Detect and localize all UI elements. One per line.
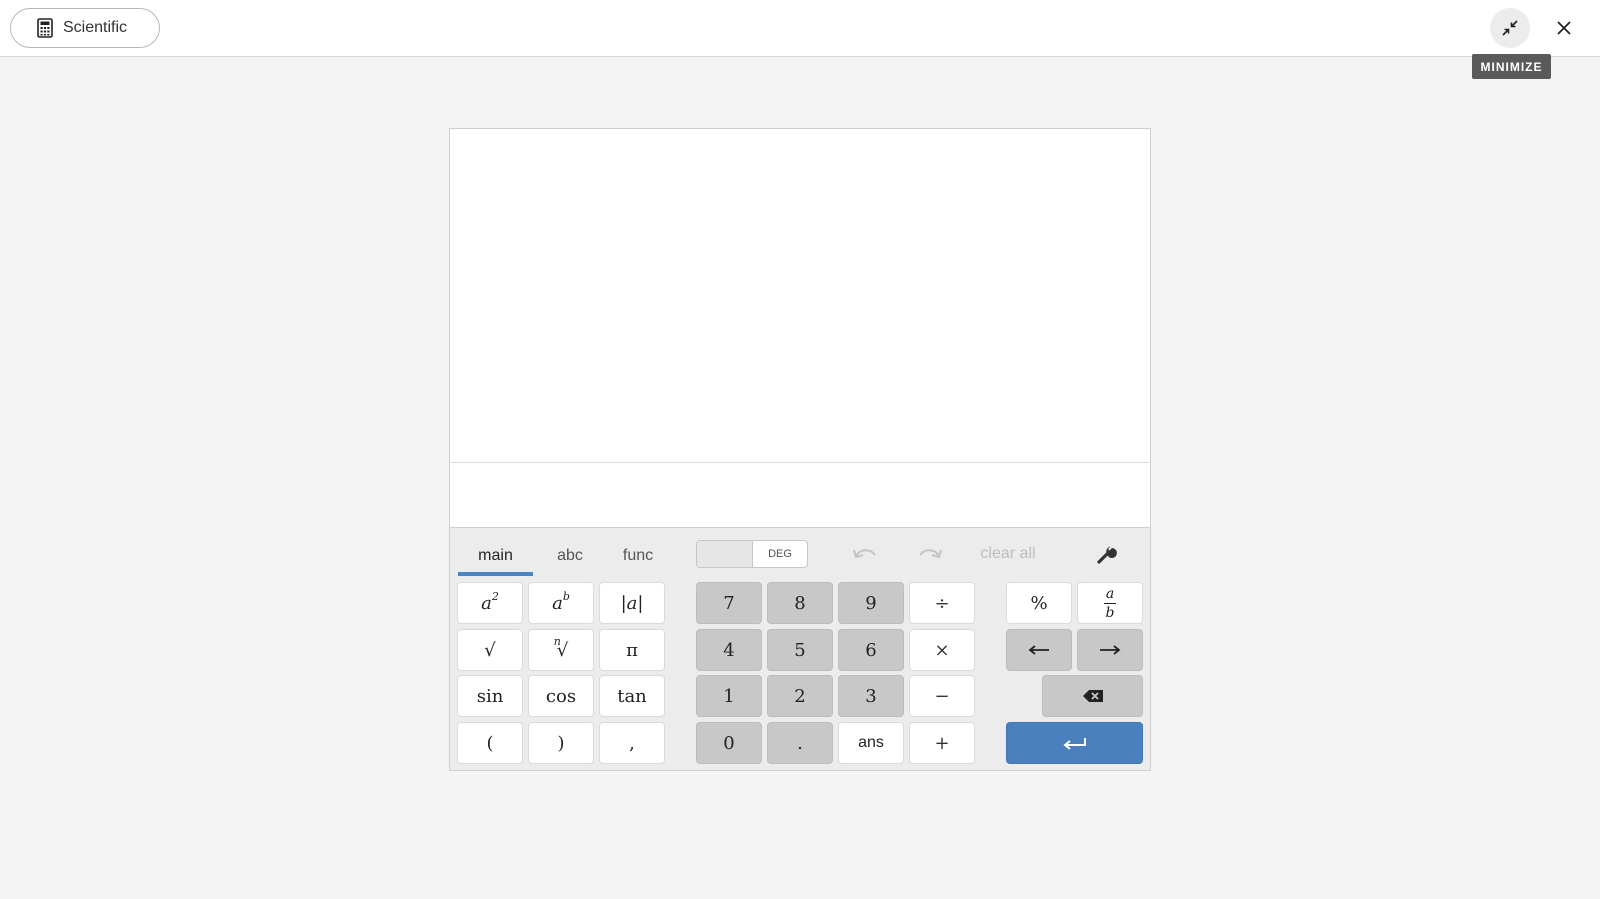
minimize-icon: [1502, 20, 1518, 36]
tab-abc[interactable]: abc: [540, 538, 600, 574]
expression-history: [450, 129, 1150, 463]
fraction-denominator: b: [1105, 604, 1115, 621]
enter-key[interactable]: [1006, 722, 1143, 764]
digit-5-key[interactable]: 5: [767, 629, 833, 671]
backspace-icon: [1082, 690, 1103, 702]
cursor-left-key[interactable]: [1006, 629, 1072, 671]
fraction-numerator: a: [1105, 585, 1115, 602]
tan-key[interactable]: tan: [599, 675, 665, 717]
fraction-symbol: a b: [1104, 587, 1116, 620]
pi-label: π: [626, 639, 638, 661]
right-paren-label: ): [557, 732, 565, 754]
undo-button[interactable]: [845, 540, 885, 568]
nth-root-index: n: [553, 634, 561, 648]
calculator-type-label: Scientific: [63, 19, 128, 36]
right-arrow-icon: [1100, 645, 1121, 655]
top-bar: Scientific: [0, 0, 1600, 57]
power-key[interactable]: ab: [528, 582, 594, 624]
left-arrow-icon: [1028, 645, 1049, 655]
cursor-right-key[interactable]: [1077, 629, 1143, 671]
settings-button[interactable]: [1087, 540, 1127, 568]
digit-8-key[interactable]: 8: [767, 582, 833, 624]
power-base: a: [552, 592, 563, 614]
nth-root-key[interactable]: n √: [528, 629, 594, 671]
toggle-knob: [697, 541, 753, 567]
square-exponent: 2: [491, 589, 499, 603]
keypad: main abc func DEG clear all a 2 a b |a| …: [450, 527, 1150, 770]
right-paren-key[interactable]: ): [528, 722, 594, 764]
multiply-key[interactable]: ×: [909, 629, 975, 671]
digit-0-key[interactable]: 0: [696, 722, 762, 764]
calculator-panel: main abc func DEG clear all a 2 a b |a| …: [449, 128, 1151, 771]
sin-label: sin: [476, 685, 504, 707]
absolute-value-key[interactable]: |a|: [599, 582, 665, 624]
left-paren-key[interactable]: (: [457, 722, 523, 764]
active-tab-indicator: [458, 572, 533, 576]
angle-mode-toggle[interactable]: DEG: [696, 540, 808, 568]
comma-key[interactable]: ,: [599, 722, 665, 764]
close-button[interactable]: [1546, 12, 1582, 44]
ans-key[interactable]: ans: [838, 722, 904, 764]
expression-input[interactable]: [450, 463, 1150, 527]
fraction-bar: [1104, 602, 1116, 604]
digit-3-key[interactable]: 3: [838, 675, 904, 717]
minimize-tooltip: MINIMIZE: [1472, 54, 1551, 79]
sqrt-key[interactable]: √: [457, 629, 523, 671]
sqrt-label: √: [484, 639, 496, 661]
pi-key[interactable]: π: [599, 629, 665, 671]
comma-label: ,: [629, 732, 635, 754]
undo-icon: [853, 549, 876, 559]
digit-4-key[interactable]: 4: [696, 629, 762, 671]
redo-button[interactable]: [910, 540, 950, 568]
sin-key[interactable]: sin: [457, 675, 523, 717]
tan-label: tan: [617, 685, 647, 707]
divide-key[interactable]: ÷: [909, 582, 975, 624]
power-exponent: b: [562, 589, 570, 603]
backspace-key[interactable]: [1042, 675, 1143, 717]
left-paren-label: (: [486, 732, 494, 754]
wrench-icon: [1097, 546, 1117, 564]
calculator-icon: [37, 18, 53, 38]
digit-9-key[interactable]: 9: [838, 582, 904, 624]
digit-1-key[interactable]: 1: [696, 675, 762, 717]
abs-label: |a|: [620, 592, 644, 614]
square-base: a: [481, 592, 492, 614]
add-key[interactable]: +: [909, 722, 975, 764]
clear-all-button[interactable]: clear all: [973, 540, 1043, 568]
digit-7-key[interactable]: 7: [696, 582, 762, 624]
decimal-point-key[interactable]: .: [767, 722, 833, 764]
percent-key[interactable]: %: [1006, 582, 1072, 624]
subtract-key[interactable]: −: [909, 675, 975, 717]
redo-icon: [919, 549, 942, 559]
square-key[interactable]: a2: [457, 582, 523, 624]
cos-label: cos: [545, 685, 577, 707]
enter-icon: [1062, 738, 1086, 750]
calculator-type-button[interactable]: Scientific: [10, 8, 160, 48]
close-icon: [1557, 21, 1571, 35]
minimize-button[interactable]: [1490, 8, 1530, 48]
tab-func[interactable]: func: [608, 538, 668, 574]
tab-main[interactable]: main: [458, 538, 533, 574]
angle-mode-label: DEG: [768, 548, 792, 560]
digit-2-key[interactable]: 2: [767, 675, 833, 717]
cos-key[interactable]: cos: [528, 675, 594, 717]
digit-6-key[interactable]: 6: [838, 629, 904, 671]
fraction-key[interactable]: a b: [1077, 582, 1143, 624]
